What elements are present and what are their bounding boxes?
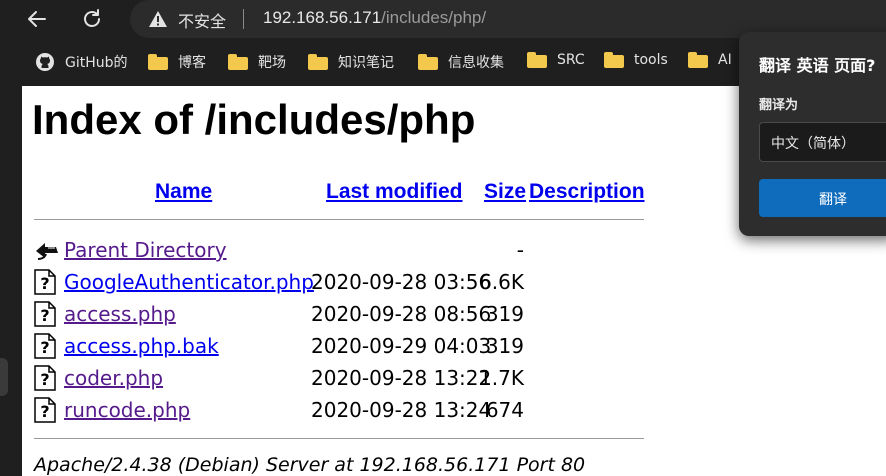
- table-row: ? GoogleAuthenticator.php 2020-09-28 03:…: [22, 268, 662, 298]
- bookmark-label: SRC: [557, 52, 585, 68]
- bookmark-folder-tools[interactable]: tools: [604, 52, 668, 68]
- url-host: 192.168.56.171: [263, 8, 382, 27]
- bookmark-label: 博客: [178, 55, 206, 71]
- divider: [34, 438, 644, 439]
- bookmark-folder-blog[interactable]: 博客: [148, 52, 206, 72]
- bookmark-folder-src[interactable]: SRC: [527, 52, 585, 68]
- url-path: /includes/php/: [381, 8, 487, 27]
- svg-text:?: ?: [40, 274, 49, 293]
- svg-text:?: ?: [40, 306, 49, 325]
- file-link[interactable]: coder.php: [64, 366, 163, 390]
- translate-popup: 翻译 英语 页面? 翻译为 中文（简体） 翻译: [739, 32, 886, 236]
- bookmark-label: 靶场: [258, 55, 286, 71]
- file-modified: 2020-09-28 13:22: [311, 366, 492, 390]
- bookmark-label: GitHub的: [65, 55, 128, 71]
- folder-icon: [604, 52, 624, 68]
- back-arrow-icon: [36, 243, 58, 260]
- bookmark-folder-range[interactable]: 靶场: [228, 52, 286, 72]
- translate-language-value: 中文（简体）: [771, 136, 855, 152]
- file-modified: 2020-09-29 04:03: [311, 334, 492, 358]
- translate-button-label: 翻译: [819, 192, 847, 208]
- file-size: 6.6K: [479, 270, 524, 294]
- file-link[interactable]: access.php: [64, 302, 176, 326]
- column-header-name[interactable]: Name: [155, 180, 212, 204]
- bookmark-label: AI: [718, 52, 732, 68]
- github-icon: [36, 53, 54, 71]
- warning-icon[interactable]: [148, 9, 168, 29]
- table-row: Parent Directory -: [22, 236, 662, 266]
- page-title: Index of /includes/php: [32, 96, 476, 143]
- column-header-last-modified[interactable]: Last modified: [326, 180, 463, 204]
- translate-button[interactable]: 翻译: [759, 179, 886, 217]
- table-row: ? access.php 2020-09-28 08:56 319: [22, 300, 662, 330]
- folder-icon: [688, 52, 708, 68]
- file-link[interactable]: access.php.bak: [64, 334, 219, 358]
- file-size: -: [516, 238, 524, 262]
- file-modified: 2020-09-28 08:56: [311, 302, 492, 326]
- bookmark-folder-recon[interactable]: 信息收集: [418, 52, 504, 72]
- back-arrow-icon: [28, 11, 46, 27]
- unknown-file-icon: ?: [34, 365, 56, 391]
- url-text[interactable]: 192.168.56.171/includes/php/: [263, 8, 486, 28]
- unknown-file-icon: ?: [34, 269, 56, 295]
- unknown-file-icon: ?: [34, 333, 56, 359]
- unknown-file-icon: ?: [34, 397, 56, 423]
- table-row: ? coder.php 2020-09-28 13:22 1.7K: [22, 364, 662, 394]
- file-size: 1.7K: [479, 366, 524, 390]
- table-row: ? runcode.php 2020-09-28 13:24 674: [22, 396, 662, 426]
- bookmark-github[interactable]: GitHub的: [35, 52, 128, 72]
- bookmark-label: 知识笔记: [338, 55, 394, 71]
- file-size: 674: [485, 398, 524, 422]
- reload-icon: [84, 9, 100, 27]
- folder-icon: [308, 54, 328, 70]
- address-divider: [243, 9, 244, 29]
- folder-icon: [418, 54, 438, 70]
- translate-language-select[interactable]: 中文（简体）: [759, 122, 886, 162]
- bookmark-label: 信息收集: [448, 55, 504, 71]
- column-header-description[interactable]: Description: [529, 180, 645, 204]
- file-link[interactable]: GoogleAuthenticator.php: [64, 270, 314, 294]
- translate-target-label: 翻译为: [759, 98, 799, 113]
- unknown-file-icon: ?: [34, 301, 56, 327]
- file-size: 319: [485, 334, 524, 358]
- security-label[interactable]: 不安全: [178, 8, 226, 32]
- divider: [34, 219, 644, 220]
- svg-text:?: ?: [40, 338, 49, 357]
- file-modified: 2020-09-28 13:24: [311, 398, 492, 422]
- bookmark-folder-ai[interactable]: AI: [688, 52, 732, 68]
- table-row: ? access.php.bak 2020-09-29 04:03 319: [22, 332, 662, 362]
- folder-icon: [228, 54, 248, 70]
- translate-popup-title: 翻译 英语 页面?: [759, 56, 876, 75]
- file-modified: 2020-09-28 03:56: [311, 270, 492, 294]
- bookmark-folder-notes[interactable]: 知识笔记: [308, 52, 394, 72]
- svg-text:?: ?: [40, 370, 49, 389]
- server-signature: Apache/2.4.38 (Debian) Server at 192.168…: [34, 454, 586, 476]
- folder-icon: [527, 52, 547, 68]
- svg-text:?: ?: [40, 402, 49, 421]
- file-link[interactable]: Parent Directory: [64, 238, 227, 262]
- file-size: 319: [485, 302, 524, 326]
- bookmark-label: tools: [634, 52, 668, 68]
- column-header-size[interactable]: Size: [484, 180, 526, 204]
- reload-button[interactable]: [77, 4, 107, 34]
- back-button[interactable]: [22, 4, 52, 34]
- folder-icon: [148, 54, 168, 70]
- file-link[interactable]: runcode.php: [64, 398, 190, 422]
- side-panel-handle[interactable]: [0, 358, 8, 396]
